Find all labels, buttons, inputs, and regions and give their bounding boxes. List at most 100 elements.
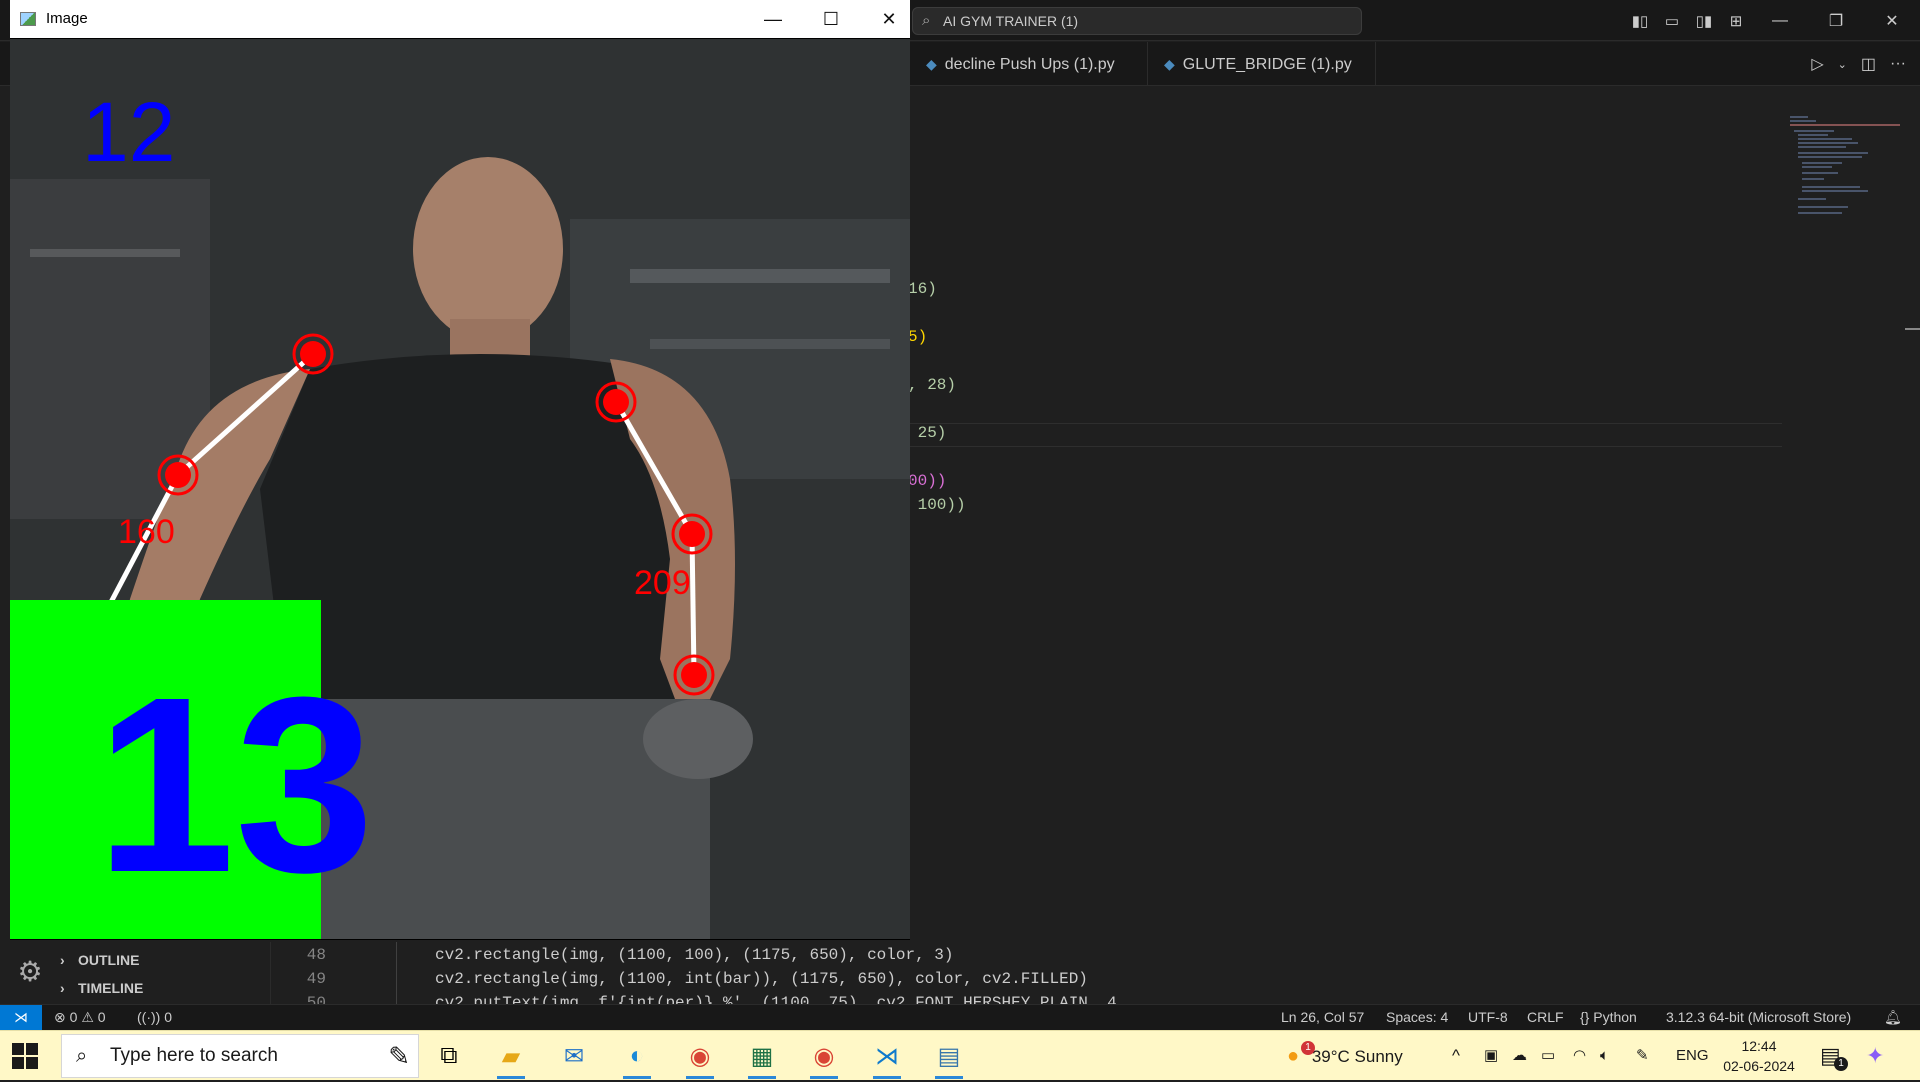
minimize-button[interactable]: — (744, 0, 802, 38)
gear-icon[interactable]: ⚙ (12, 955, 48, 991)
battery-icon[interactable]: ▭ (1541, 1031, 1555, 1081)
warning-icon: ⚠ (81, 1009, 94, 1025)
code-fragment: 100)) (908, 496, 966, 514)
more-actions-icon[interactable]: ··· (1890, 55, 1906, 73)
rep-count: 13 (96, 645, 374, 924)
code-fragment: 25) (908, 424, 947, 442)
split-editor-icon[interactable]: ◫ (1861, 54, 1876, 74)
code-fragment: 5) (908, 328, 928, 346)
chevron-right-icon: › (60, 980, 65, 996)
code-fragment: 00)) (908, 472, 947, 490)
close-button[interactable]: ✕ (860, 0, 918, 38)
outline-section[interactable]: › OUTLINE (60, 946, 139, 974)
restore-button[interactable]: ❐ (1808, 0, 1864, 41)
show-hidden-icons[interactable]: ^ (1452, 1031, 1460, 1081)
file-explorer-icon[interactable]: ▰ (490, 1037, 532, 1079)
run-icon[interactable]: ▷ (1811, 54, 1823, 74)
weather-badge: 1 (1301, 1041, 1315, 1055)
notification-count: 1 (1834, 1057, 1848, 1071)
search-icon: ⌕ (922, 12, 931, 29)
input-language[interactable]: ENG (1676, 1031, 1709, 1081)
chrome-profile-icon[interactable]: ◉ (803, 1037, 845, 1079)
language-mode[interactable]: {} Python (1580, 1005, 1637, 1030)
titlebar-controls: ▮▯ ▭ ▯▮ ⊞ — ❐ ✕ (1624, 0, 1920, 41)
copilot-icon[interactable]: ✦ (1866, 1031, 1884, 1081)
minimap[interactable] (1790, 114, 1910, 254)
tab-glute-bridge[interactable]: ◆ GLUTE_BRIDGE (1).py (1148, 42, 1376, 86)
task-view-icon[interactable]: ⧉ (428, 1037, 470, 1075)
image-window[interactable]: Image — ☐ ✕ 160 209 12 13 (10, 0, 910, 940)
person-head (413, 157, 563, 341)
code-line: cv2.putText(img, f'{int(per)} %', (1100,… (435, 994, 1127, 1004)
toggle-primary-sidebar-icon[interactable]: ▮▯ (1624, 0, 1656, 41)
clock[interactable]: 12:44 02-06-2024 (1718, 1031, 1800, 1081)
volume-icon[interactable]: 🔈︎ (1600, 1031, 1609, 1081)
search-highlight-icon: ✎ (388, 1041, 410, 1071)
dumbbell (643, 699, 753, 779)
clock-time: 12:44 (1741, 1038, 1777, 1054)
chrome-icon[interactable]: ◉ (679, 1037, 721, 1079)
encoding[interactable]: UTF-8 (1468, 1005, 1508, 1030)
weather-widget[interactable]: ● 1 39°C Sunny (1287, 1031, 1403, 1081)
python-interpreter[interactable]: 3.12.3 64-bit (Microsoft Store) (1666, 1005, 1851, 1030)
pose-overlay: 160 209 12 13 (10, 39, 910, 939)
code-fragment: 16) (908, 280, 937, 298)
mail-icon[interactable]: ✉ (553, 1037, 595, 1075)
indent-guide (396, 942, 397, 1004)
error-icon: ⊗ (54, 1009, 66, 1025)
maximize-button[interactable]: ☐ (802, 0, 860, 38)
indentation[interactable]: Spaces: 4 (1386, 1005, 1448, 1030)
timeline-section[interactable]: › TIMELINE (60, 974, 143, 1002)
line-number: 48 (306, 946, 326, 964)
bell-icon[interactable]: 🔔︎ (1884, 1005, 1902, 1030)
camera-frame: 160 209 12 13 (10, 39, 910, 939)
cursor-position[interactable]: Ln 26, Col 57 (1281, 1005, 1364, 1030)
taskbar-search-box[interactable]: ⌕ Type here to search ✎ (61, 1034, 419, 1078)
window-app-icon (20, 12, 36, 26)
sun-icon: ● (1287, 1045, 1300, 1067)
angle-label-left: 160 (118, 513, 175, 551)
pen-icon[interactable]: ✎ (1636, 1031, 1649, 1081)
code-line: cv2.rectangle(img, (1100, int(bar)), (11… (435, 970, 1088, 988)
code-line: cv2.rectangle(img, (1100, 100), (1175, 6… (435, 946, 954, 964)
excel-icon[interactable]: ▦ (741, 1037, 783, 1079)
angle-label-right: 209 (634, 564, 691, 602)
problems-status[interactable]: ⊗ 0 ⚠ 0 (54, 1005, 106, 1030)
vscode-icon[interactable]: ⋊ (866, 1037, 908, 1079)
toggle-secondary-sidebar-icon[interactable]: ▯▮ (1688, 0, 1720, 41)
bottom-panel: › OUTLINE › TIMELINE 48 49 50 cv2.rectangl… (0, 942, 1920, 1004)
clock-date: 02-06-2024 (1723, 1058, 1795, 1074)
chevron-right-icon: › (60, 952, 65, 968)
tab-decline-push-ups[interactable]: ◆ decline Push Ups (1).py (910, 42, 1148, 86)
ports-status[interactable]: ((·)) 0 (137, 1005, 172, 1030)
notification-center-icon[interactable]: ▤ 1 (1820, 1031, 1848, 1081)
onedrive-icon[interactable]: ☁ (1512, 1031, 1527, 1081)
search-text: AI GYM TRAINER (1) (943, 13, 1079, 29)
image-window-titlebar[interactable]: Image — ☐ ✕ (10, 0, 910, 38)
windows-start-button[interactable] (12, 1043, 38, 1069)
python-app-icon[interactable]: ▤ (928, 1037, 970, 1079)
window-title: Image (46, 10, 88, 27)
braces-icon: {} (1580, 1009, 1590, 1025)
minimize-button[interactable]: — (1752, 0, 1808, 41)
end-of-line[interactable]: CRLF (1527, 1005, 1564, 1030)
line-number: 49 (306, 970, 326, 988)
wifi-icon[interactable]: ◠ (1573, 1031, 1586, 1081)
python-file-icon: ◆ (1164, 56, 1175, 72)
toggle-panel-icon[interactable]: ▭ (1656, 0, 1688, 41)
meet-now-icon[interactable]: ▣ (1484, 1031, 1498, 1081)
taskbar-search-placeholder: Type here to search (110, 1045, 278, 1066)
line-number: 50 (306, 994, 326, 1004)
broadcast-icon: ((·)) (137, 1009, 161, 1025)
remote-icon[interactable]: ⋊ (0, 1005, 42, 1031)
command-center-search[interactable]: ⌕ AI GYM TRAINER (1) (912, 7, 1362, 35)
windows-taskbar: ⌕ Type here to search ✎ ⧉ ▰ ✉ ◐ ◉ ▦ ◉ ⋊ … (0, 1030, 1920, 1080)
edge-icon[interactable]: ◐ (616, 1037, 658, 1079)
scrollbar-marker[interactable] (1905, 328, 1920, 330)
customize-layout-icon[interactable]: ⊞ (1720, 0, 1752, 41)
top-counter: 12 (82, 85, 175, 179)
status-bar: ⋊ ⊗ 0 ⚠ 0 ((·)) 0 Ln 26, Col 57 Spaces: … (0, 1004, 1920, 1031)
run-dropdown-icon[interactable]: ⌄ (1838, 58, 1847, 71)
panel-divider (270, 942, 271, 1004)
close-button[interactable]: ✕ (1864, 0, 1920, 41)
